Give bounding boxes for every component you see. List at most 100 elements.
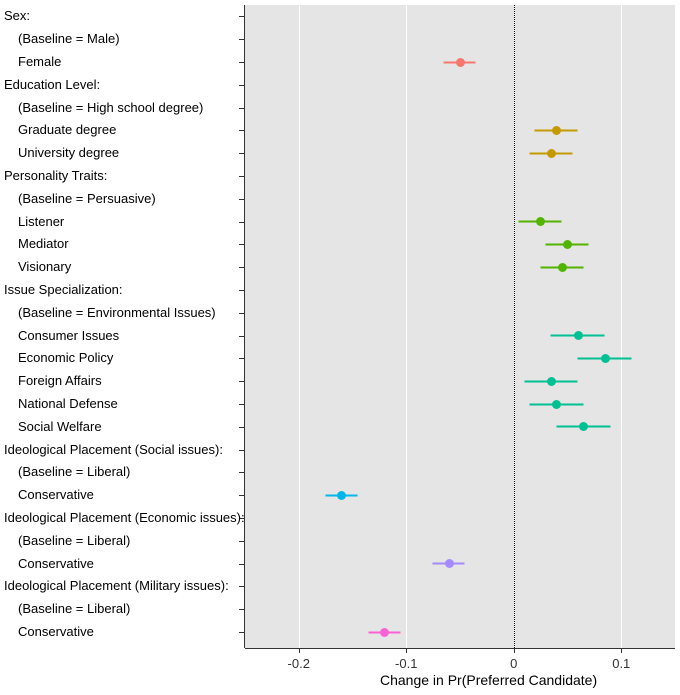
level-label: Conservative — [18, 488, 94, 501]
x-tick-label: 0.1 — [612, 656, 630, 671]
y-tick — [239, 313, 244, 314]
dot-icon — [445, 559, 454, 568]
level-label: Graduate degree — [18, 123, 116, 136]
point-estimate — [551, 381, 552, 382]
y-tick — [239, 609, 244, 610]
y-tick — [239, 472, 244, 473]
x-tick-label: -0.1 — [395, 656, 417, 671]
baseline-label: (Baseline = Liberal) — [18, 465, 130, 478]
y-tick — [239, 541, 244, 542]
dot-icon — [601, 354, 610, 363]
dot-icon — [552, 126, 561, 135]
baseline-label: (Baseline = Male) — [18, 32, 120, 45]
dot-icon — [547, 149, 556, 158]
dot-icon — [558, 263, 567, 272]
y-tick — [239, 632, 244, 633]
level-label: Mediator — [18, 237, 69, 250]
gridline — [621, 5, 622, 648]
y-tick — [239, 564, 244, 565]
level-label: Female — [18, 55, 61, 68]
x-axis-line — [245, 648, 675, 649]
y-tick — [239, 244, 244, 245]
y-tick — [239, 495, 244, 496]
y-tick — [239, 450, 244, 451]
gridline — [406, 5, 407, 648]
baseline-label: (Baseline = Environmental Issues) — [18, 306, 216, 319]
point-estimate — [341, 495, 342, 496]
attribute-header: Ideological Placement (Social issues): — [4, 443, 223, 456]
level-label: Conservative — [18, 557, 94, 570]
dot-icon — [579, 422, 588, 431]
y-tick — [239, 16, 244, 17]
y-tick — [239, 290, 244, 291]
attribute-header: Personality Traits: — [4, 169, 107, 182]
attribute-header: Sex: — [4, 9, 30, 22]
dot-icon — [337, 491, 346, 500]
dot-icon — [552, 400, 561, 409]
point-estimate — [567, 244, 568, 245]
y-tick — [239, 381, 244, 382]
y-tick — [239, 199, 244, 200]
level-label: National Defense — [18, 397, 118, 410]
point-estimate — [460, 62, 461, 63]
y-tick — [239, 336, 244, 337]
y-tick — [239, 427, 244, 428]
point-estimate — [605, 358, 606, 359]
y-tick — [239, 358, 244, 359]
baseline-label: (Baseline = Liberal) — [18, 534, 130, 547]
dot-icon — [547, 377, 556, 386]
reference-line-zero — [514, 5, 515, 648]
y-tick — [239, 130, 244, 131]
x-tick — [406, 648, 407, 653]
attribute-header: Ideological Placement (Economic issues): — [4, 511, 245, 524]
attribute-header: Issue Specialization: — [4, 283, 123, 296]
x-axis-title: Change in Pr(Preferred Candidate) — [380, 672, 597, 688]
baseline-label: (Baseline = Persuasive) — [18, 192, 156, 205]
level-label: Foreign Affairs — [18, 374, 102, 387]
y-axis-line — [244, 5, 245, 648]
baseline-label: (Baseline = High school degree) — [18, 101, 203, 114]
dot-icon — [536, 217, 545, 226]
level-label: Visionary — [18, 260, 71, 273]
y-tick — [239, 176, 244, 177]
y-tick — [239, 222, 244, 223]
level-label: University degree — [18, 146, 119, 159]
x-tick-label: 0 — [510, 656, 517, 671]
attribute-header: Ideological Placement (Military issues): — [4, 579, 229, 592]
x-tick — [514, 648, 515, 653]
x-tick-label: -0.2 — [288, 656, 310, 671]
level-label: Listener — [18, 215, 64, 228]
point-estimate — [540, 221, 541, 222]
dot-icon — [563, 240, 572, 249]
baseline-label: (Baseline = Liberal) — [18, 602, 130, 615]
point-estimate — [384, 632, 385, 633]
dot-icon — [456, 58, 465, 67]
dot-icon — [380, 628, 389, 637]
y-tick — [239, 153, 244, 154]
level-label: Conservative — [18, 625, 94, 638]
gridline — [299, 5, 300, 648]
y-tick — [239, 108, 244, 109]
x-tick — [299, 648, 300, 653]
plot-panel — [245, 5, 675, 648]
y-tick — [239, 39, 244, 40]
point-estimate — [583, 426, 584, 427]
level-label: Social Welfare — [18, 420, 102, 433]
point-estimate — [449, 563, 450, 564]
y-tick — [239, 267, 244, 268]
x-tick — [621, 648, 622, 653]
attribute-header: Education Level: — [4, 78, 100, 91]
point-estimate — [556, 130, 557, 131]
dot-icon — [574, 331, 583, 340]
point-estimate — [562, 267, 563, 268]
point-estimate — [578, 335, 579, 336]
y-tick — [239, 586, 244, 587]
level-label: Economic Policy — [18, 351, 113, 364]
point-estimate — [556, 404, 557, 405]
y-tick — [239, 85, 244, 86]
point-estimate — [551, 153, 552, 154]
y-tick — [239, 62, 244, 63]
y-tick — [239, 404, 244, 405]
level-label: Consumer Issues — [18, 329, 119, 342]
forest-plot: Sex: (Baseline = Male) Female Education Lev… — [0, 0, 680, 695]
